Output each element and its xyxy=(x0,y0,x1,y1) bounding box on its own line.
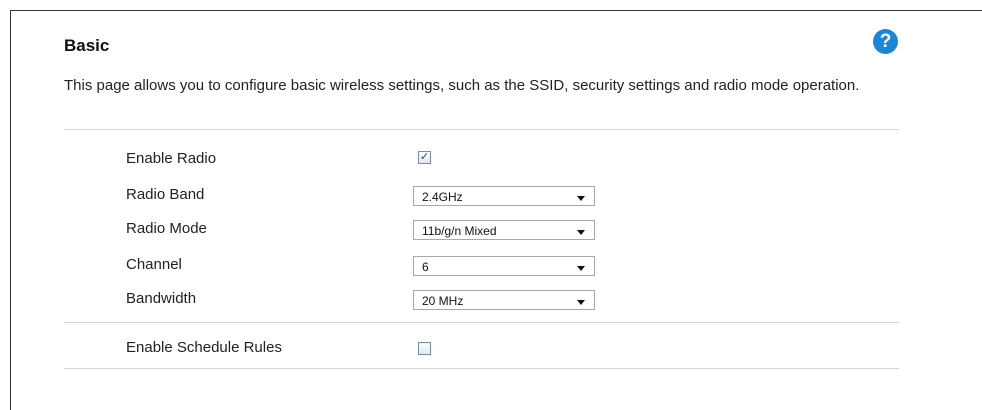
channel-label: Channel xyxy=(126,256,182,273)
page-description: This page allows you to configure basic … xyxy=(64,77,860,94)
enable-radio-label: Enable Radio xyxy=(126,150,217,167)
chevron-down-icon xyxy=(577,196,585,201)
bandwidth-row: Bandwidth 20 MHz xyxy=(0,290,982,310)
enable-radio-row: Enable Radio ✓ xyxy=(0,150,982,170)
bandwidth-label: Bandwidth xyxy=(126,290,197,307)
channel-row: Channel 6 xyxy=(0,256,982,276)
divider-middle xyxy=(64,322,899,323)
divider-top xyxy=(64,129,899,130)
help-icon[interactable]: ? xyxy=(873,29,898,54)
schedule-rules-row: Enable Schedule Rules xyxy=(0,339,982,359)
channel-select[interactable]: 6 xyxy=(413,256,595,276)
radio-mode-label: Radio Mode xyxy=(126,220,207,237)
radio-mode-row: Radio Mode 11b/g/n Mixed xyxy=(0,220,982,240)
enable-schedule-rules-label: Enable Schedule Rules xyxy=(126,339,282,356)
radio-band-select[interactable]: 2.4GHz xyxy=(413,186,595,206)
bandwidth-value: 20 MHz xyxy=(422,294,464,308)
channel-value: 6 xyxy=(422,260,429,274)
page-title: Basic xyxy=(64,36,110,55)
radio-mode-value: 11b/g/n Mixed xyxy=(422,224,497,238)
enable-radio-checkbox[interactable]: ✓ xyxy=(418,151,431,164)
radio-mode-select[interactable]: 11b/g/n Mixed xyxy=(413,220,595,240)
radio-band-label: Radio Band xyxy=(126,186,205,203)
chevron-down-icon xyxy=(577,230,585,235)
bandwidth-select[interactable]: 20 MHz xyxy=(413,290,595,310)
chevron-down-icon xyxy=(577,300,585,305)
radio-band-value: 2.4GHz xyxy=(422,190,463,204)
divider-bottom xyxy=(64,368,899,369)
radio-band-row: Radio Band 2.4GHz xyxy=(0,186,982,206)
chevron-down-icon xyxy=(577,266,585,271)
enable-schedule-rules-checkbox[interactable] xyxy=(418,342,431,355)
